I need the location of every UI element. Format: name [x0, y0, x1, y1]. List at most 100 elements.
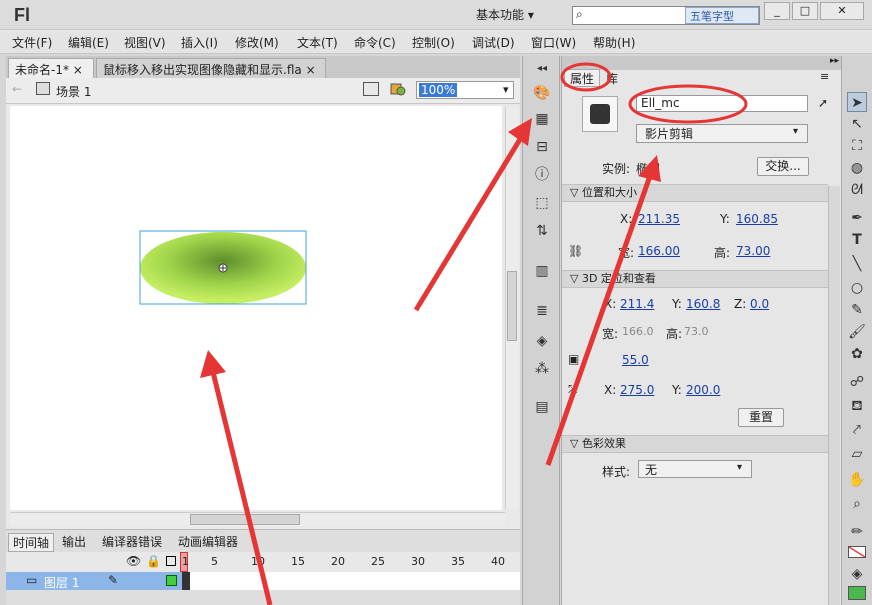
menu-modify[interactable]: 修改(M)	[235, 34, 279, 51]
layer-color-icon[interactable]	[166, 575, 177, 586]
brush-tool-icon[interactable]: 🖌	[847, 322, 867, 342]
minimize-button[interactable]: _	[764, 2, 790, 20]
tab-timeline[interactable]: 时间轴	[8, 533, 55, 552]
paint-bucket-icon[interactable]: ⛾	[847, 396, 867, 416]
x3d-value[interactable]: 211.4	[620, 297, 654, 311]
bone-tool-icon[interactable]: ☍	[847, 372, 867, 392]
menu-commands[interactable]: 命令(C)	[354, 34, 396, 51]
tab-output[interactable]: 输出	[58, 533, 90, 550]
lasso-icon[interactable]: ᘛ	[847, 180, 867, 200]
search-input[interactable]: ⌕ 五笔字型	[572, 6, 760, 25]
instance-name-input[interactable]: Ell_mc	[636, 95, 808, 112]
edit-symbols-icon[interactable]	[390, 81, 406, 97]
oval-tool-icon[interactable]: ○	[847, 278, 867, 298]
height-value[interactable]: 73.00	[736, 244, 770, 258]
reset-button[interactable]: 重置	[738, 408, 784, 427]
free-transform-icon[interactable]: ⛶	[847, 136, 867, 156]
text-tool-icon[interactable]: T	[847, 230, 867, 250]
chevron-down-icon: ▾	[793, 126, 799, 137]
swap-button[interactable]: 交换...	[757, 157, 809, 176]
expand-icon[interactable]: ▸▸	[830, 56, 839, 66]
close-icon[interactable]: ×	[73, 63, 83, 77]
symbol-type-select[interactable]: 影片剪辑 ▾	[636, 124, 808, 143]
fill-color-icon[interactable]: ◈	[847, 564, 867, 584]
stroke-color-icon[interactable]: ✏	[847, 522, 867, 542]
scroll-thumb[interactable]	[507, 271, 517, 341]
style-select[interactable]: 无 ▾	[638, 460, 752, 478]
vanish-x-value[interactable]: 275.0	[620, 383, 654, 397]
close-button[interactable]: ✕	[820, 2, 864, 20]
perspective-value[interactable]: 55.0	[622, 353, 649, 367]
menu-help[interactable]: 帮助(H)	[593, 34, 635, 51]
library-icon[interactable]: ▥	[532, 262, 552, 280]
outline-icon[interactable]	[166, 556, 176, 566]
layer-header[interactable]: ▭ 图层 1 ✎	[6, 572, 182, 590]
components-icon[interactable]: ◈	[532, 332, 552, 350]
tab-library[interactable]: 库	[606, 70, 618, 87]
menu-edit[interactable]: 编辑(E)	[68, 34, 109, 51]
fill-swatch[interactable]	[848, 586, 866, 600]
workspace-switcher[interactable]: 基本功能 ▾	[476, 6, 556, 24]
scroll-thumb[interactable]	[190, 514, 300, 525]
zoom-tool-icon[interactable]: ⌕	[847, 494, 867, 514]
menu-control[interactable]: 控制(O)	[412, 34, 455, 51]
selection-tool-icon[interactable]: ➤	[847, 92, 867, 112]
vanish-y-value[interactable]: 200.0	[686, 383, 720, 397]
menu-text[interactable]: 文本(T)	[297, 34, 338, 51]
props-scrollbar[interactable]	[828, 186, 840, 605]
menu-file[interactable]: 文件(F)	[12, 34, 52, 51]
project-icon[interactable]: ▤	[532, 398, 552, 416]
3d-rotation-icon[interactable]: ◍	[847, 158, 867, 178]
vertical-scrollbar[interactable]	[505, 106, 518, 510]
menu-window[interactable]: 窗口(W)	[531, 34, 576, 51]
tab-properties[interactable]: 属性	[564, 69, 600, 87]
eraser-icon[interactable]: ▱	[847, 444, 867, 464]
actions-icon[interactable]: ≣	[532, 302, 552, 320]
help-icon[interactable]: ➚	[818, 96, 828, 110]
section-color-effect[interactable]: ▽ 色彩效果	[562, 435, 828, 453]
tab-untitled[interactable]: 未命名-1* ×	[8, 58, 94, 78]
info-icon[interactable]: ⓘ	[532, 166, 552, 184]
tab-motion-editor[interactable]: 动画编辑器	[174, 533, 242, 550]
zoom-select[interactable]: 100% ▾	[416, 81, 514, 99]
edit-scene-icon[interactable]	[363, 82, 379, 96]
subselection-tool-icon[interactable]: ↖	[847, 114, 867, 134]
tab-compiler-errors[interactable]: 编译器错误	[98, 533, 166, 550]
menu-view[interactable]: 视图(V)	[124, 34, 166, 51]
transform-icon[interactable]: ⬚	[532, 194, 552, 212]
color-panel-icon[interactable]: 🎨	[532, 84, 552, 102]
layer-row[interactable]: ▭ 图层 1 ✎	[6, 572, 520, 590]
collapse-icon[interactable]: ◂◂	[532, 60, 552, 78]
tab-fla-file[interactable]: 鼠标移入移出实现图像隐藏和显示.fla ×	[96, 58, 326, 78]
align-icon[interactable]: ⊟	[532, 138, 552, 156]
pen-tool-icon[interactable]: ✒	[847, 208, 867, 228]
line-tool-icon[interactable]: ╲	[847, 254, 867, 274]
width-value[interactable]: 166.00	[638, 244, 680, 258]
hand-tool-icon[interactable]: ✋	[847, 470, 867, 490]
close-icon[interactable]: ×	[306, 63, 316, 77]
menu-debug[interactable]: 调试(D)	[472, 34, 515, 51]
horizontal-scrollbar[interactable]	[10, 512, 505, 526]
y-value[interactable]: 160.85	[736, 212, 778, 226]
y3d-value[interactable]: 160.8	[686, 297, 720, 311]
motion-presets-icon[interactable]: ⁂	[532, 360, 552, 378]
maximize-button[interactable]: □	[792, 2, 818, 20]
keyframe[interactable]	[182, 572, 190, 590]
code-snippets-icon[interactable]: ⇅	[532, 222, 552, 240]
panel-menu-icon[interactable]: ≡	[820, 70, 829, 83]
eye-icon[interactable]: 👁	[126, 554, 141, 568]
section-3d[interactable]: ▽ 3D 定位和查看	[562, 270, 828, 288]
lock-icon[interactable]: 🔒	[146, 554, 161, 568]
swatches-icon[interactable]: ▦	[532, 110, 552, 128]
deco-tool-icon[interactable]: ✿	[847, 344, 867, 364]
section-position-size[interactable]: ▽ 位置和大小	[562, 184, 828, 202]
stroke-swatch[interactable]	[848, 546, 866, 558]
link-icon[interactable]: ⛓	[568, 244, 583, 258]
x-value[interactable]: 211.35	[638, 212, 680, 226]
stage[interactable]	[10, 106, 502, 510]
menu-insert[interactable]: 插入(I)	[181, 34, 218, 51]
pencil-tool-icon[interactable]: ✎	[847, 300, 867, 320]
z3d-value[interactable]: 0.0	[750, 297, 769, 311]
back-arrow-icon[interactable]: ←	[12, 82, 22, 96]
eyedropper-icon[interactable]: ⤤	[847, 420, 867, 440]
